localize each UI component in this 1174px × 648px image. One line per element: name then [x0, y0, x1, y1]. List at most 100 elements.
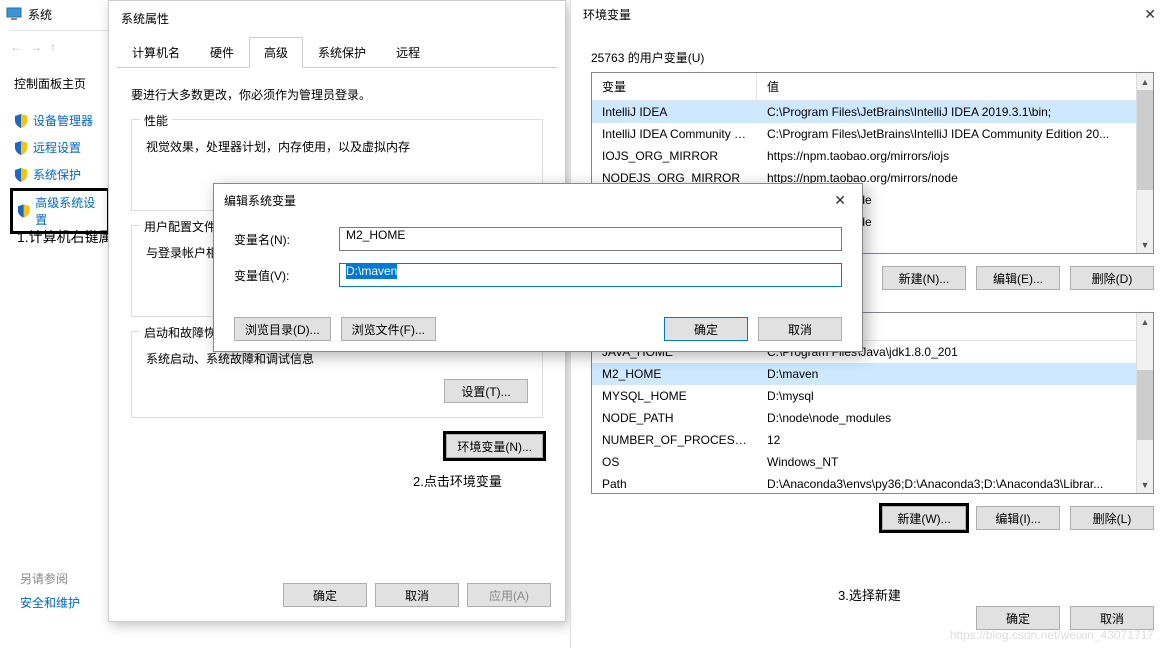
cp-title: 系统 [28, 6, 52, 23]
cell-var: NODE_PATH [592, 409, 757, 427]
user-vars-label: 25763 的用户变量(U) [591, 49, 1154, 66]
tab-advanced[interactable]: 高级 [249, 37, 303, 68]
cell-val: D:\Anaconda3\envs\py36;D:\Anaconda3;D:\A… [757, 475, 1153, 493]
forward-icon[interactable]: → [30, 40, 42, 54]
var-name-input[interactable]: M2_HOME [339, 227, 842, 251]
var-value-input[interactable]: D:\maven [339, 263, 842, 287]
cell-var: IOJS_ORG_MIRROR [592, 147, 757, 165]
tab-computer-name[interactable]: 计算机名 [117, 37, 195, 68]
sidebar-home[interactable]: 控制面板主页 [10, 70, 110, 97]
new-sys-var-button[interactable]: 新建(W)... [882, 506, 966, 530]
edit-user-var-button[interactable]: 编辑(E)... [976, 266, 1060, 290]
cell-val: D:\mysql [757, 387, 1153, 405]
scroll-thumb[interactable] [1137, 370, 1153, 440]
env-cancel-button[interactable]: 取消 [1070, 606, 1154, 630]
admin-note: 要进行大多数更改，你必须作为管理员登录。 [131, 86, 543, 103]
close-icon[interactable]: ✕ [828, 192, 852, 209]
scroll-down-icon[interactable]: ▼ [1137, 236, 1153, 253]
startup-settings-button[interactable]: 设置(T)... [444, 379, 528, 403]
table-row[interactable]: IntelliJ IDEAC:\Program Files\JetBrains\… [592, 101, 1153, 123]
perf-title: 性能 [140, 112, 172, 129]
watermark: https://blog.csdn.net/weixin_43071717 [950, 628, 1154, 642]
shield-icon [14, 141, 28, 155]
scrollbar[interactable]: ▲ ▼ [1136, 313, 1153, 493]
close-icon[interactable]: ✕ [1138, 6, 1162, 23]
editvar-ok-button[interactable]: 确定 [664, 317, 748, 341]
browse-dir-button[interactable]: 浏览目录(D)... [234, 317, 331, 341]
env-variables-button[interactable]: 环境变量(N)... [446, 434, 543, 458]
shield-icon [14, 168, 28, 182]
up-icon[interactable]: ↑ [50, 40, 56, 54]
var-name-label: 变量名(N): [234, 231, 339, 248]
cell-var: M2_HOME [592, 365, 757, 383]
cell-var: IntelliJ IDEA [592, 103, 757, 121]
shield-icon [17, 204, 30, 218]
sidebar-device-manager[interactable]: 设备管理器 [10, 107, 110, 134]
editvar-cancel-button[interactable]: 取消 [758, 317, 842, 341]
scrollbar[interactable]: ▲ ▼ [1136, 73, 1153, 253]
sysprop-title: 系统属性 [109, 1, 565, 36]
scroll-up-icon[interactable]: ▲ [1137, 73, 1153, 90]
table-row[interactable]: OSWindows_NT [592, 451, 1153, 473]
sysprop-footer: 确定 取消 应用(A) [283, 583, 551, 607]
annotation-3: 3.选择新建 [838, 585, 901, 604]
cancel-button[interactable]: 取消 [375, 583, 459, 607]
startup-desc: 系统启动、系统故障和调试信息 [146, 350, 528, 367]
sidebar-protection[interactable]: 系统保护 [10, 161, 110, 188]
envvar-title: 环境变量 [583, 6, 631, 23]
apply-button[interactable]: 应用(A) [467, 583, 551, 607]
cell-var: NUMBER_OF_PROCESSORS [592, 431, 757, 449]
shield-icon [14, 114, 28, 128]
table-row[interactable]: PathD:\Anaconda3\envs\py36;D:\Anaconda3;… [592, 473, 1153, 495]
tab-hardware[interactable]: 硬件 [195, 37, 249, 68]
annotation-2: 2.点击环境变量 [413, 471, 502, 490]
sidebar-item-label: 远程设置 [33, 139, 81, 156]
cell-val: Windows_NT [757, 453, 1153, 471]
security-maintenance-link[interactable]: 安全和维护 [20, 594, 80, 611]
cell-val: C:\Program Files\JetBrains\IntelliJ IDEA… [757, 103, 1153, 121]
tab-remote[interactable]: 远程 [381, 37, 435, 68]
browse-file-button[interactable]: 浏览文件(F)... [341, 317, 436, 341]
scroll-down-icon[interactable]: ▼ [1137, 476, 1153, 493]
cell-val: 12 [757, 431, 1153, 449]
table-row[interactable]: IOJS_ORG_MIRRORhttps://npm.taobao.org/mi… [592, 145, 1153, 167]
delete-sys-var-button[interactable]: 删除(L) [1070, 506, 1154, 530]
scroll-up-icon[interactable]: ▲ [1137, 313, 1153, 330]
cell-var: OS [592, 453, 757, 471]
edit-variable-dialog: 编辑系统变量 ✕ 变量名(N): M2_HOME 变量值(V): D:\mave… [213, 183, 863, 352]
new-user-var-button[interactable]: 新建(N)... [882, 266, 966, 290]
table-row[interactable]: M2_HOMED:\maven [592, 363, 1153, 385]
cell-var: Path [592, 475, 757, 493]
system-icon [6, 6, 22, 22]
table-row[interactable]: NUMBER_OF_PROCESSORS12 [592, 429, 1153, 451]
sidebar-item-label: 系统保护 [33, 166, 81, 183]
profile-title: 用户配置文件 [140, 218, 220, 235]
env-ok-button[interactable]: 确定 [976, 606, 1060, 630]
edit-sys-var-button[interactable]: 编辑(I)... [976, 506, 1060, 530]
table-row[interactable]: NODE_PATHD:\node\node_modules [592, 407, 1153, 429]
table-row[interactable]: IntelliJ IDEA Community E...C:\Program F… [592, 123, 1153, 145]
envvar-title-bar: 环境变量 ✕ [571, 0, 1174, 29]
header-var[interactable]: 变量 [592, 73, 757, 100]
cell-val: D:\maven [757, 365, 1153, 383]
selected-value: D:\maven [346, 263, 397, 279]
table-row[interactable]: MYSQL_HOMED:\mysql [592, 385, 1153, 407]
cell-var: MYSQL_HOME [592, 387, 757, 405]
back-icon[interactable]: ← [10, 40, 22, 54]
see-also-label: 另请参阅 [20, 570, 68, 587]
header-val[interactable]: 值 [757, 73, 1153, 100]
perf-desc: 视觉效果，处理器计划，内存使用，以及虚拟内存 [146, 138, 528, 155]
sidebar-remote[interactable]: 远程设置 [10, 134, 110, 161]
scroll-thumb[interactable] [1137, 90, 1153, 190]
cell-val: C:\Program Files\JetBrains\IntelliJ IDEA… [757, 125, 1153, 143]
cell-var: IntelliJ IDEA Community E... [592, 125, 757, 143]
cell-val: D:\node\node_modules [757, 409, 1153, 427]
cp-sidebar: 控制面板主页 设备管理器 远程设置 系统保护 高级系统设置 [0, 60, 110, 234]
editvar-title: 编辑系统变量 [224, 192, 296, 209]
var-value-label: 变量值(V): [234, 267, 339, 284]
delete-user-var-button[interactable]: 删除(D) [1070, 266, 1154, 290]
editvar-titlebar: 编辑系统变量 ✕ [214, 184, 862, 217]
sidebar-item-label: 设备管理器 [33, 112, 93, 129]
tab-protection[interactable]: 系统保护 [303, 37, 381, 68]
ok-button[interactable]: 确定 [283, 583, 367, 607]
